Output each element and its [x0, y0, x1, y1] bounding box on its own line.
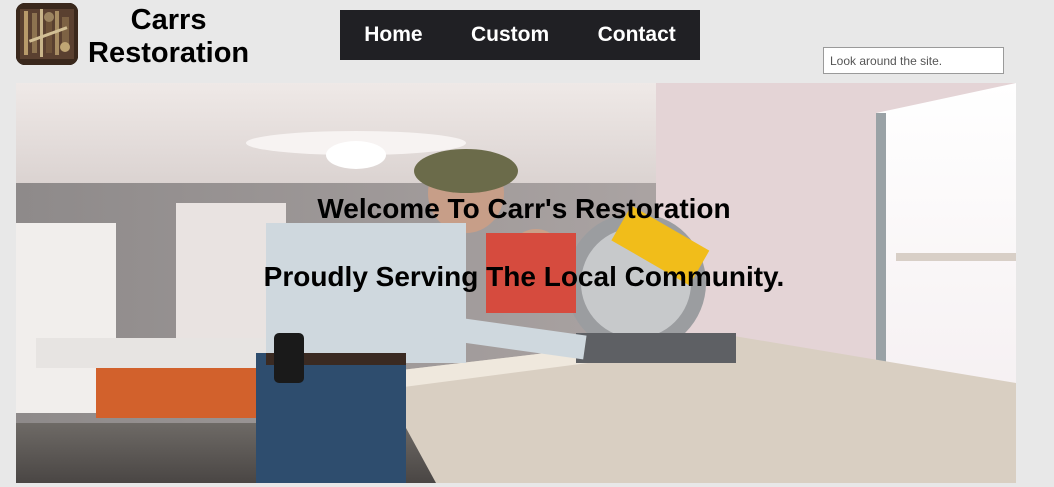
- main-nav: Home Custom Contact: [340, 10, 700, 60]
- site-brand: Carrs Restoration: [88, 4, 249, 70]
- site-header: Carrs Restoration Home Custom Contact: [0, 0, 1054, 83]
- nav-contact-link[interactable]: Contact: [598, 23, 676, 47]
- hero-heading: Welcome To Carr's Restoration: [317, 193, 731, 224]
- site-search-input[interactable]: [823, 47, 1004, 74]
- brand-name-line1: Carrs: [130, 4, 207, 36]
- nav-home-link[interactable]: Home: [364, 23, 422, 47]
- hero-banner: Welcome To Carr's Restoration Proudly Se…: [16, 83, 1016, 483]
- nav-custom-link[interactable]: Custom: [471, 23, 549, 47]
- brand-name-line2: Restoration: [88, 37, 250, 69]
- tools-logo-icon[interactable]: [16, 3, 78, 65]
- hero-subheading: Proudly Serving The Local Community.: [263, 261, 785, 292]
